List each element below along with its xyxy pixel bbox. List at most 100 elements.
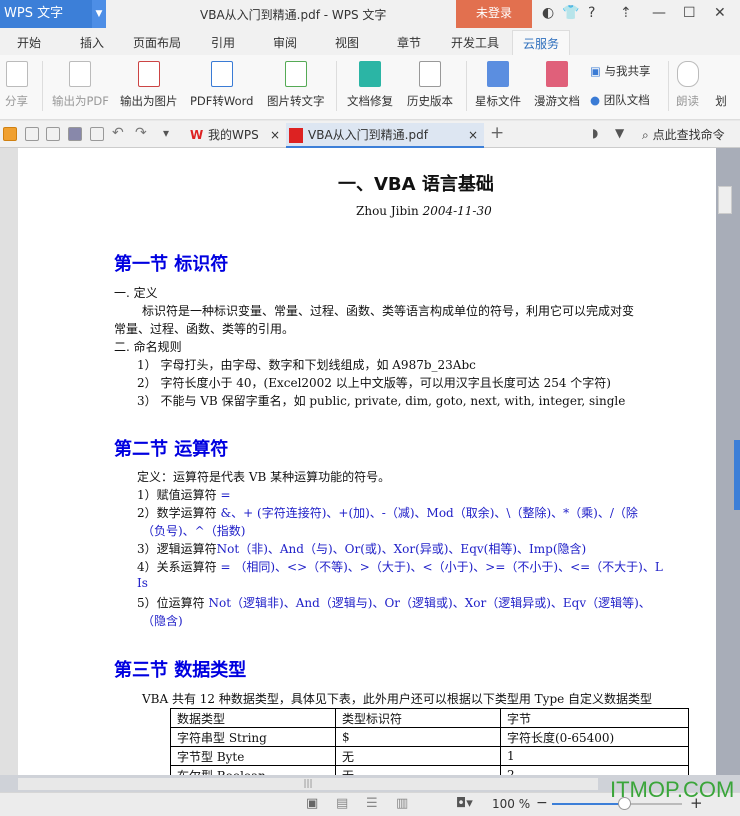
text-line: 定义：运算符是代表 VB 某种运算功能的符号。 xyxy=(137,470,391,484)
tab-layout[interactable]: 页面布局 xyxy=(133,34,181,51)
app-name: WPS 文字 xyxy=(4,6,64,21)
redo-icon[interactable]: ↷ xyxy=(135,125,147,141)
close-tab-icon[interactable]: × xyxy=(468,123,478,147)
page-view-icon[interactable]: ▤ xyxy=(336,796,348,811)
outline-view-icon[interactable]: ☰ xyxy=(366,796,378,811)
section-heading: 第二节 运算符 xyxy=(114,439,229,460)
zoom-level: 100 % xyxy=(492,797,531,811)
tab-my-wps[interactable]: W 我的WPS × xyxy=(186,123,286,148)
tab-document[interactable]: VBA从入门到精通.pdf × xyxy=(286,123,484,148)
maximize-icon[interactable]: ☐ xyxy=(683,5,696,21)
save-icon[interactable] xyxy=(25,127,39,141)
star-files-button[interactable]: 星标文件 xyxy=(475,59,521,109)
history-icon xyxy=(419,61,441,87)
app-menu-button[interactable]: WPS 文字 ▼ xyxy=(0,0,106,28)
roaming-docs-button[interactable]: 漫游文档 xyxy=(534,59,580,109)
skin-icon[interactable]: ◐ xyxy=(542,5,554,21)
star-folder-icon xyxy=(487,61,509,87)
table-row: 数据类型 类型标识符 字节 xyxy=(170,708,689,728)
new-tab-icon[interactable]: + xyxy=(490,123,504,143)
open-icon[interactable] xyxy=(3,127,17,141)
ribbon: 分享 输出为PDF 输出为图片 PDF转Word 图片转文字 文档修复 历史版本… xyxy=(0,55,740,120)
image-to-text-button[interactable]: 图片转文字 xyxy=(267,59,325,109)
text-line: 一. 定义 xyxy=(114,286,158,300)
text-line: 1）赋值运算符 = xyxy=(137,488,231,502)
doc-author: Zhou Jibin 2004-11-30 xyxy=(356,204,492,218)
share-icon xyxy=(5,61,28,87)
text-line: VBA 共有 12 种数据类型，具体见下表，此外用户还可以根据以下类型用 Typ… xyxy=(142,692,653,706)
image-export-icon xyxy=(137,61,160,87)
text-line: （隐含) xyxy=(142,614,183,628)
command-search[interactable]: ⌕ 点此查找命令 xyxy=(642,126,725,143)
section-heading: 第三节 数据类型 xyxy=(114,660,247,681)
text-line: （负号)、^（指数) xyxy=(142,524,246,538)
microphone-icon xyxy=(676,61,699,87)
text-line: 5）位运算符 Not（逻辑非)、And（逻辑与)、Or（逻辑或)、Xor（逻辑异… xyxy=(137,596,651,610)
tab-start[interactable]: 开始 xyxy=(17,34,41,51)
shared-with-me-button[interactable]: ▣ 与我共享 xyxy=(590,63,651,79)
text-line: Is xyxy=(137,576,148,590)
undo-icon[interactable]: ↶ xyxy=(112,125,124,141)
pdf-file-icon xyxy=(289,128,303,143)
print-icon[interactable] xyxy=(68,127,82,141)
help-icon[interactable]: ? xyxy=(588,5,595,21)
table-row: 字符串型 String $ 字符长度(0-65400) xyxy=(170,727,689,747)
text-line: 1） 字母打头，由字母、数字和下划线组成，如 A987b_23Abc xyxy=(137,358,476,372)
side-panel-handle[interactable] xyxy=(734,440,740,510)
horizontal-scroll-thumb[interactable]: ||| xyxy=(18,778,598,790)
eye-protect-icon[interactable]: ◘▾ xyxy=(456,796,473,811)
team-docs-button[interactable]: ● 团队文档 xyxy=(590,92,650,108)
team-icon: ● xyxy=(590,93,601,107)
minimize-icon[interactable]: — xyxy=(652,5,666,21)
export-icon[interactable] xyxy=(46,127,60,141)
d-icon[interactable]: ◗ xyxy=(592,126,598,140)
text-line: 4）关系运算符 = （相同)、<>（不等)、>（大于)、<（小于)、>=（不小于… xyxy=(137,560,663,574)
tab-view[interactable]: 视图 xyxy=(335,34,359,51)
text-line: 常量、过程、函数、类等的引用。 xyxy=(114,322,295,336)
vertical-scroll-thumb[interactable] xyxy=(718,186,732,214)
chevron-down-icon[interactable]: ▼ xyxy=(92,0,106,28)
tab-developer[interactable]: 开发工具 xyxy=(451,34,499,51)
close-tab-icon[interactable]: × xyxy=(270,123,280,147)
share-folder-icon: ▣ xyxy=(590,64,601,78)
text-line: 2） 字符长度小于 40，(Excel2002 以上中文版等，可以用汉字且长度可… xyxy=(137,376,611,390)
text-line: 标识符是一种标识变量、常量、过程、函数、类等语言构成单位的符号，利用它可以完成对… xyxy=(142,304,635,318)
wps-logo-icon: W xyxy=(190,128,204,142)
fullscreen-icon[interactable]: ▣ xyxy=(306,796,318,811)
flag-icon[interactable]: ▼ xyxy=(615,126,624,140)
window-title: VBA从入门到精通.pdf - WPS 文字 xyxy=(200,8,387,22)
more-button[interactable]: 划 xyxy=(710,59,732,109)
shirt-icon[interactable]: 👕 xyxy=(562,5,579,21)
zoom-out-button[interactable]: − xyxy=(536,795,548,811)
doc-repair-button[interactable]: 文档修复 xyxy=(347,59,393,109)
customize-icon[interactable]: ▾ xyxy=(163,126,169,140)
tab-cloud[interactable]: 云服务 xyxy=(512,30,571,55)
pdf-icon xyxy=(69,61,92,87)
login-button[interactable]: 未登录 xyxy=(456,0,532,28)
history-button[interactable]: 历史版本 xyxy=(407,59,453,109)
export-image-button[interactable]: 输出为图片 xyxy=(120,59,178,109)
document-page[interactable]: 一、VBA 语言基础 Zhou Jibin 2004-11-30 第一节 标识符… xyxy=(0,148,716,775)
minimize-ribbon-icon[interactable]: ⇡ xyxy=(620,5,632,21)
table-row: 字节型 Byte 无 1 xyxy=(170,746,689,766)
tab-review[interactable]: 审阅 xyxy=(273,34,297,51)
watermark: ITMOP.COM xyxy=(610,777,735,802)
read-aloud-button[interactable]: 朗读 xyxy=(676,59,699,109)
menu-tabs: 开始 插入 页面布局 引用 审阅 视图 章节 开发工具 云服务 xyxy=(0,28,740,55)
table-row: 布尔型 Boolean无2 xyxy=(170,765,689,775)
tab-chapter[interactable]: 章节 xyxy=(397,34,421,51)
tab-reference[interactable]: 引用 xyxy=(211,34,235,51)
export-pdf-button[interactable]: 输出为PDF xyxy=(52,59,109,109)
data-types-table: 数据类型 类型标识符 字节 字符串型 String $ 字符长度(0-65400) 字节… xyxy=(170,708,689,775)
close-icon[interactable]: ✕ xyxy=(714,5,726,21)
web-view-icon[interactable]: ▥ xyxy=(396,796,408,811)
cloud-folder-icon xyxy=(546,61,568,87)
pdf-to-word-button[interactable]: PDF转Word xyxy=(190,59,253,109)
document-tab-bar: ↶ ↷ ▾ W 我的WPS × VBA从入门到精通.pdf × + ◗ ▼ ⌕ 点此查… xyxy=(0,121,740,148)
share-button[interactable]: 分享 xyxy=(5,59,28,109)
print-preview-icon[interactable] xyxy=(90,127,104,141)
picture-icon xyxy=(284,61,307,87)
text-line: 2）数学运算符 &、+ (字符连接符)、+(加)、-（减)、Mod（取余)、\（… xyxy=(137,506,638,520)
page-margin xyxy=(0,148,18,775)
tab-insert[interactable]: 插入 xyxy=(80,34,104,51)
